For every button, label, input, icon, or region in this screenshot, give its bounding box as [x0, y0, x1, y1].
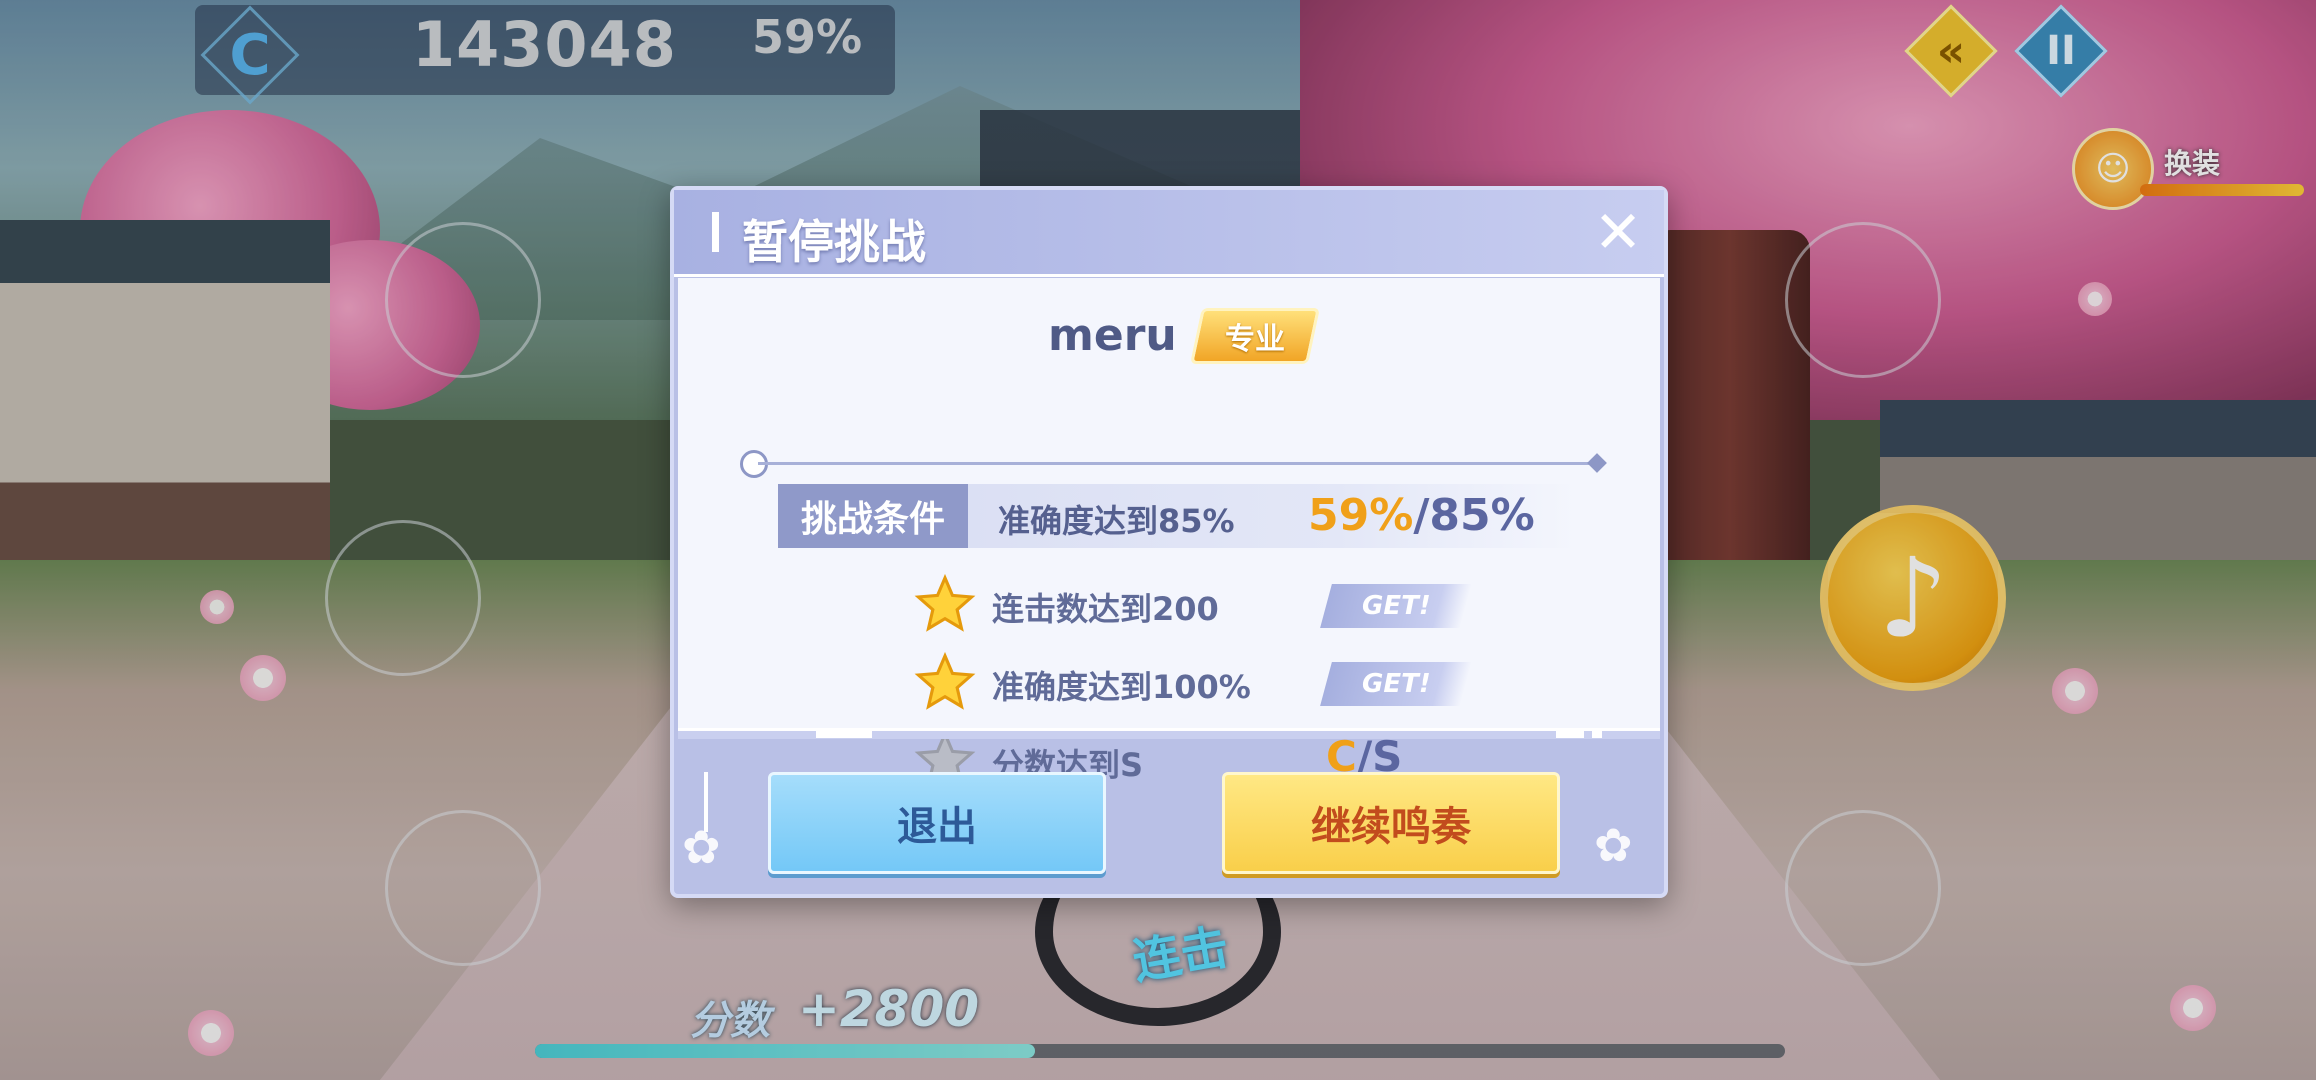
- get-badge: GET!: [1320, 662, 1472, 706]
- task-row: 连击数达到200 GET!: [914, 574, 1514, 638]
- task-text: 连击数达到200: [992, 590, 1219, 628]
- divider-line: [758, 462, 1598, 465]
- song-title: meru: [1048, 310, 1177, 361]
- title-bar-accent: [712, 212, 719, 252]
- difficulty-badge: 专业: [1190, 308, 1320, 364]
- dialog-body: meru 专业 挑战条件 准确度达到85% 59%/85% 连击数达到200 G…: [678, 278, 1660, 788]
- condition-progress: 59%/85%: [1308, 490, 1535, 541]
- get-label: GET!: [1361, 591, 1431, 621]
- divider-end-diamond: [1587, 453, 1607, 473]
- get-label: GET!: [1361, 669, 1431, 699]
- difficulty-label: 专业: [1225, 322, 1285, 357]
- gold-star-icon: [914, 574, 976, 632]
- condition-tag: 挑战条件: [778, 484, 968, 548]
- exit-button[interactable]: 退出: [768, 772, 1106, 874]
- footer-mark: [1592, 730, 1602, 738]
- close-icon[interactable]: ✕: [1586, 198, 1650, 266]
- condition-text: 准确度达到85%: [998, 502, 1235, 540]
- continue-button[interactable]: 继续鸣奏: [1222, 772, 1560, 874]
- condition-slash: /: [1413, 490, 1430, 541]
- sakura-decoration-icon: ✿: [682, 820, 721, 874]
- condition-target: 85%: [1429, 490, 1535, 541]
- task-text: 准确度达到100%: [992, 668, 1251, 706]
- challenge-condition-row: 挑战条件 准确度达到85% 59%/85%: [778, 484, 1578, 548]
- footer-mark: [1556, 730, 1584, 738]
- dialog-header: 暂停挑战 ✕: [674, 190, 1664, 277]
- sakura-decoration-icon: ✿: [1594, 818, 1633, 872]
- get-badge: GET!: [1320, 584, 1472, 628]
- task-row: 准确度达到100% GET!: [914, 652, 1514, 716]
- gold-star-icon: [914, 652, 976, 710]
- dialog-title: 暂停挑战: [742, 215, 926, 269]
- pause-dialog: 暂停挑战 ✕ meru 专业 挑战条件 准确度达到85% 59%/85% 连击数…: [670, 186, 1668, 898]
- footer-mark: [816, 730, 872, 738]
- condition-current: 59%: [1308, 490, 1414, 541]
